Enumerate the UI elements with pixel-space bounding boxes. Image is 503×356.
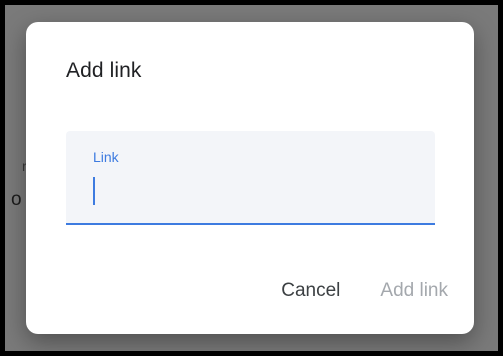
background-text: o: [11, 189, 22, 210]
link-field-label: Link: [93, 149, 119, 165]
link-input[interactable]: [91, 175, 413, 205]
add-link-dialog: Add link Link Cancel Add link: [26, 22, 474, 334]
add-link-button[interactable]: Add link: [380, 280, 448, 302]
link-field[interactable]: Link: [66, 131, 435, 225]
text-caret: [93, 177, 95, 205]
dialog-title: Add link: [66, 59, 142, 82]
cancel-button[interactable]: Cancel: [281, 280, 340, 302]
dialog-actions: Cancel Add link: [281, 280, 448, 302]
